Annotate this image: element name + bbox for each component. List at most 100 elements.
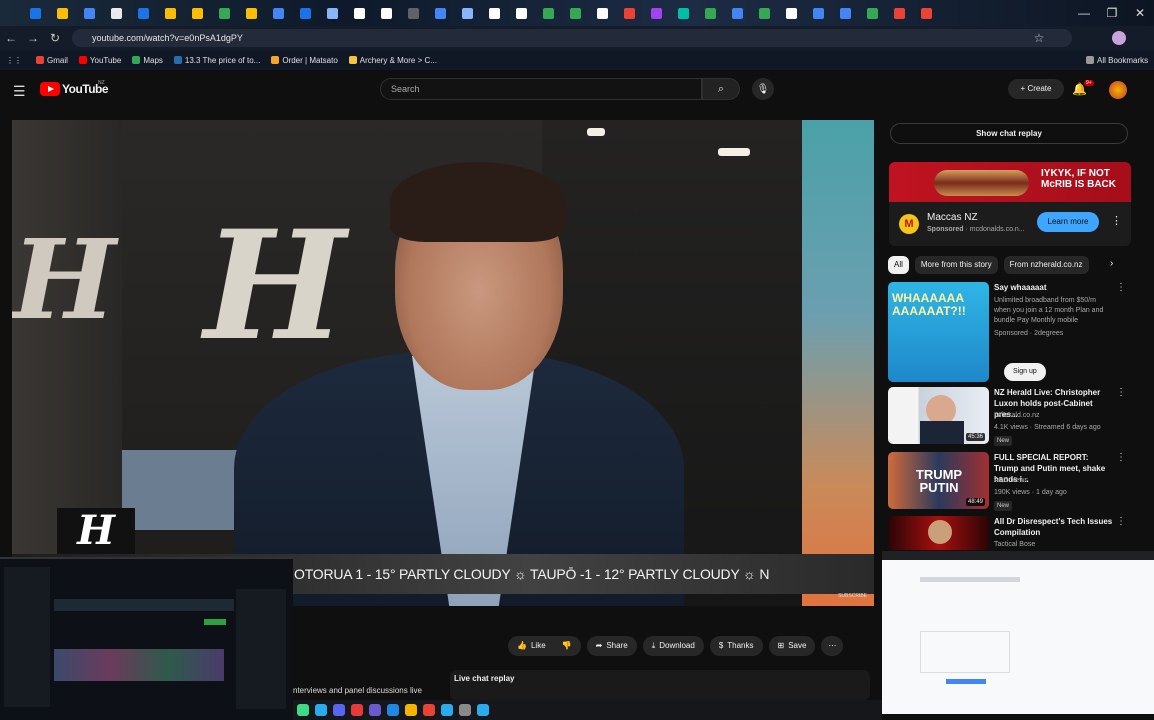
like-button[interactable]: 👍 Like 👎: [508, 636, 581, 656]
sponsored-ad[interactable]: IYKYK, IF NOT McRIB IS BACK M Maccas NZ …: [889, 162, 1131, 246]
browser-tab[interactable]: [400, 0, 427, 26]
browser-tab[interactable]: [184, 0, 211, 26]
voice-search-button[interactable]: 🎙: [752, 78, 774, 100]
browser-tab[interactable]: [238, 0, 265, 26]
youtube-logo-icon[interactable]: [40, 82, 60, 96]
browser-tab[interactable]: [454, 0, 481, 26]
browser-tab[interactable]: [670, 0, 697, 26]
list-item[interactable]: TRUMP PUTIN 48:49 FULL SPECIAL REPORT: T…: [888, 452, 1128, 511]
taskbar-app-icon[interactable]: [315, 704, 327, 716]
taskbar-app-icon[interactable]: [477, 704, 489, 716]
back-icon[interactable]: ←: [0, 31, 22, 45]
browser-tab[interactable]: [724, 0, 751, 26]
browser-tab[interactable]: [373, 0, 400, 26]
more-options-icon[interactable]: ⋮: [1116, 387, 1126, 398]
apps-icon[interactable]: ⋮⋮: [6, 56, 22, 65]
learn-more-button[interactable]: Learn more: [1037, 212, 1099, 232]
browser-tab[interactable]: [562, 0, 589, 26]
forward-icon[interactable]: →: [22, 31, 44, 45]
search-button[interactable]: ⌕: [702, 78, 740, 100]
maximize-icon[interactable]: ❐: [1098, 4, 1126, 22]
browser-tab[interactable]: [778, 0, 805, 26]
save-button[interactable]: ⊞ Save: [768, 636, 816, 656]
bookmark-gmail[interactable]: Gmail: [36, 56, 68, 65]
browser-tab[interactable]: [103, 0, 130, 26]
thumbs-down-icon[interactable]: 👎: [562, 636, 572, 656]
create-label: Create: [1027, 84, 1052, 93]
browser-tab[interactable]: [832, 0, 859, 26]
chip-more-from-story[interactable]: More from this story: [914, 256, 998, 274]
taskbar-app-icon[interactable]: [333, 704, 345, 716]
browser-tab[interactable]: [157, 0, 184, 26]
thanks-button[interactable]: $ Thanks: [709, 636, 763, 656]
close-window-icon[interactable]: ✕: [1126, 4, 1154, 22]
browser-tab[interactable]: [427, 0, 454, 26]
chevron-right-icon[interactable]: ›: [1110, 258, 1113, 269]
browser-tab[interactable]: [697, 0, 724, 26]
taskbar-app-icon[interactable]: [351, 704, 363, 716]
more-actions-icon[interactable]: ⋯: [821, 636, 844, 656]
browser-tab[interactable]: [76, 0, 103, 26]
browser-tab[interactable]: [589, 0, 616, 26]
download-icon: ⤓: [651, 641, 656, 650]
browser-tab[interactable]: [130, 0, 157, 26]
chip-all[interactable]: All: [888, 256, 909, 274]
bookmark-price[interactable]: 13.3 The price of to...: [173, 56, 260, 65]
taskbar-app-icon[interactable]: [423, 704, 435, 716]
tab-favicon-icon: [840, 7, 851, 19]
browser-tab[interactable]: [346, 0, 373, 26]
bookmark-star-icon[interactable]: ☆: [1028, 31, 1050, 45]
more-options-icon[interactable]: ⋮: [1116, 282, 1126, 293]
subscribe-watermark[interactable]: SUBSCRIBE: [838, 593, 867, 599]
browser-tab[interactable]: [481, 0, 508, 26]
list-item[interactable]: 45:36 NZ Herald Live: Christopher Luxon …: [888, 387, 1128, 446]
taskbar-app-icon[interactable]: [387, 704, 399, 716]
browser-tab[interactable]: [913, 0, 940, 26]
bookmark-matsato[interactable]: Order | Matsato: [271, 56, 338, 65]
browser-tab[interactable]: [49, 0, 76, 26]
browser-tab[interactable]: [508, 0, 535, 26]
browser-tab[interactable]: [886, 0, 913, 26]
reload-icon[interactable]: ↻: [44, 31, 66, 45]
browser-tab[interactable]: [535, 0, 562, 26]
show-chat-replay-button[interactable]: Show chat replay: [890, 123, 1128, 144]
profile-avatar[interactable]: [1112, 31, 1126, 45]
description-snippet[interactable]: nterviews and panel discussions live: [293, 686, 422, 695]
browser-tab[interactable]: [859, 0, 886, 26]
account-avatar[interactable]: [1109, 81, 1127, 99]
browser-tab[interactable]: [211, 0, 238, 26]
ad-menu-icon[interactable]: ⋮: [1111, 214, 1122, 227]
browser-tab[interactable]: [616, 0, 643, 26]
browser-tab[interactable]: [22, 0, 49, 26]
all-bookmarks[interactable]: All Bookmarks: [1086, 56, 1148, 65]
browser-tab[interactable]: [319, 0, 346, 26]
list-item[interactable]: All Dr Disrespect's Tech Issues Compilat…: [888, 516, 1128, 550]
hamburger-menu-icon[interactable]: ☰: [13, 83, 26, 100]
browser-tab[interactable]: [805, 0, 832, 26]
bookmark-maps[interactable]: Maps: [132, 56, 163, 65]
list-item[interactable]: WHAAAAAA AAAAAAT?!! Say whaaaaat Unlimit…: [888, 282, 1128, 382]
search-input[interactable]: Search: [380, 78, 702, 100]
taskbar-app-icon[interactable]: [441, 704, 453, 716]
live-chat-panel[interactable]: Live chat replay: [450, 670, 870, 700]
taskbar-app-icon[interactable]: [297, 704, 309, 716]
bookmark-archery[interactable]: Archery & More > C...: [348, 56, 437, 65]
video-player[interactable]: H H H OTORUA 1 - 15° PARTLY CLOUDY ☼ TAU…: [12, 120, 874, 606]
taskbar-app-icon[interactable]: [459, 704, 471, 716]
taskbar-app-icon[interactable]: [405, 704, 417, 716]
bookmark-youtube[interactable]: YouTube: [78, 56, 121, 65]
browser-tab[interactable]: [751, 0, 778, 26]
browser-tab[interactable]: [292, 0, 319, 26]
chip-from-nzherald[interactable]: From nzherald.co.nz: [1003, 256, 1089, 274]
create-button[interactable]: + Create: [1008, 79, 1064, 99]
download-button[interactable]: ⤓ Download: [642, 636, 704, 656]
sign-up-button[interactable]: Sign up: [1004, 363, 1046, 381]
taskbar-app-icon[interactable]: [369, 704, 381, 716]
more-options-icon[interactable]: ⋮: [1116, 452, 1126, 463]
more-options-icon[interactable]: ⋮: [1116, 516, 1126, 527]
browser-tab[interactable]: [265, 0, 292, 26]
browser-tab[interactable]: [643, 0, 670, 26]
minimize-icon[interactable]: —: [1070, 4, 1098, 22]
address-bar[interactable]: youtube.com/watch?v=e0nPsA1dgPY: [72, 29, 1072, 47]
share-button[interactable]: ➦ Share: [586, 636, 637, 656]
